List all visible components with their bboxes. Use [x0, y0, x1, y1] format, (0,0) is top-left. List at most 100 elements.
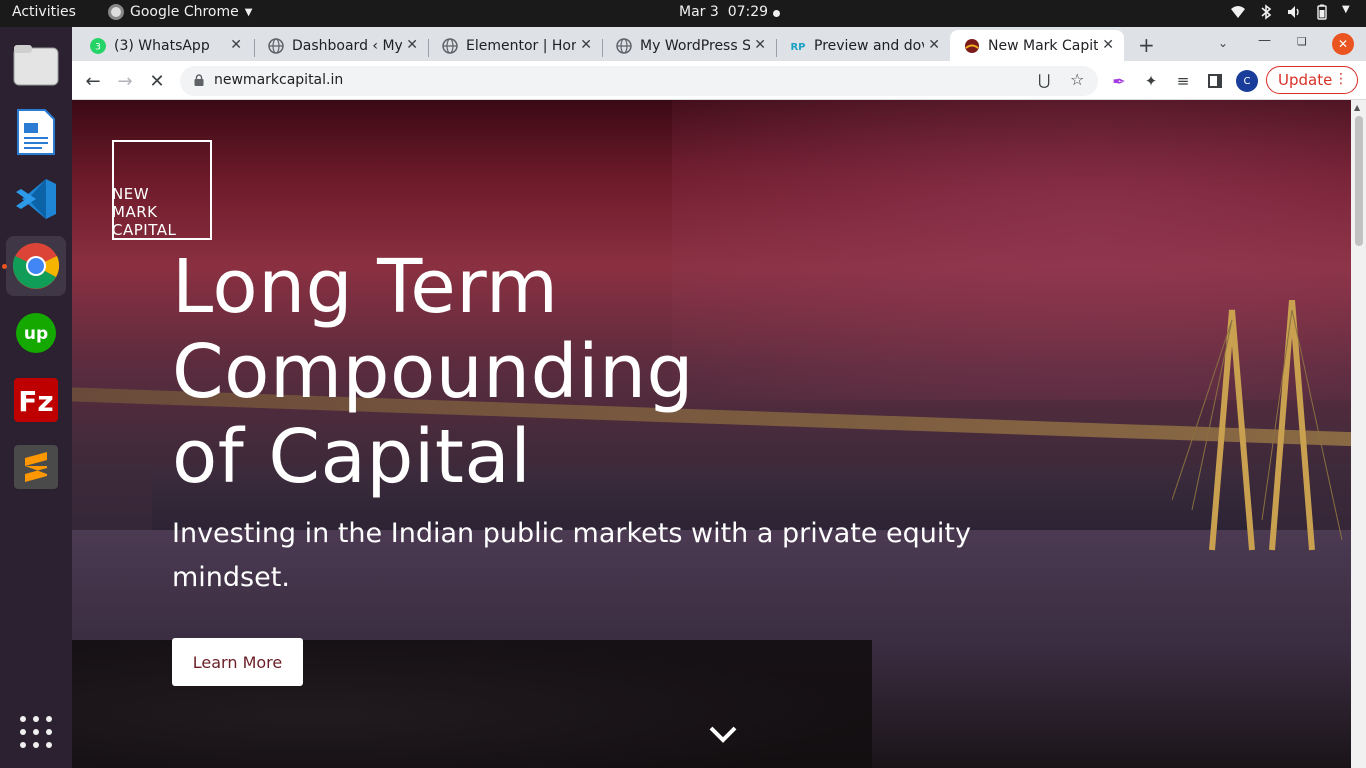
hero-title: Long Term Compounding of Capital — [172, 245, 694, 500]
logo-line: CAPITAL — [112, 221, 177, 239]
tab-search-button[interactable]: ⌄ — [1218, 36, 1228, 50]
system-top-bar: Activities Google Chrome ▼ Mar 3 07:29 ▼ — [0, 0, 1366, 27]
restore-icon: ❏ — [1297, 35, 1307, 48]
scrollbar-thumb[interactable] — [1355, 116, 1363, 246]
tab-new-mark-capital[interactable]: New Mark Capit ✕ — [950, 30, 1124, 61]
dock-sublime[interactable] — [6, 437, 66, 497]
scroll-down-chevron-icon[interactable] — [708, 722, 738, 746]
running-indicator — [2, 264, 7, 269]
svg-text:3: 3 — [95, 42, 101, 52]
bluetooth-icon — [1258, 4, 1274, 20]
dock-filezilla[interactable]: Fz — [6, 370, 66, 430]
bridge-tower-image — [1172, 300, 1343, 551]
svg-text:RP: RP — [790, 42, 805, 53]
logo-line: NEW — [112, 185, 150, 203]
avatar[interactable]: C — [1236, 70, 1258, 92]
dock-vscode[interactable] — [6, 169, 66, 229]
side-panel-icon — [1208, 74, 1222, 88]
dock-writer[interactable] — [6, 102, 66, 162]
tab-title: Preview and dov — [814, 37, 924, 54]
tab-my-wordpress[interactable]: My WordPress S ✕ — [602, 30, 776, 61]
chrome-icon — [108, 4, 124, 20]
notification-dot-icon — [773, 10, 780, 17]
system-tray[interactable]: ▼ — [1230, 4, 1352, 20]
extensions-menu-button[interactable]: ✦ — [1138, 68, 1164, 94]
filezilla-icon: Fz — [14, 378, 58, 422]
update-button[interactable]: Update ⋮ — [1266, 66, 1358, 94]
minimize-button[interactable]: — — [1258, 33, 1271, 48]
globe-icon — [616, 37, 632, 54]
close-icon[interactable]: ✕ — [1102, 37, 1114, 53]
close-icon: ✕ — [1337, 37, 1349, 51]
close-icon[interactable]: ✕ — [406, 37, 418, 53]
clock-time: 07:29 — [727, 4, 769, 20]
minimize-icon: — — [1258, 33, 1271, 48]
chrome-icon — [12, 243, 60, 289]
tab-elementor[interactable]: Elementor | Hon ✕ — [428, 30, 602, 61]
page-scrollbar[interactable]: ▲ — [1351, 100, 1366, 768]
arrow-left-icon: ← — [85, 70, 101, 92]
close-icon[interactable]: ✕ — [754, 37, 766, 53]
media-control-button[interactable]: ≡ — [1170, 68, 1196, 94]
extension-button[interactable]: ✒ — [1106, 68, 1132, 94]
window-close-button[interactable]: ✕ — [1332, 33, 1354, 55]
new-tab-button[interactable]: + — [1138, 33, 1155, 57]
clock-date: Mar 3 — [679, 4, 719, 20]
close-icon[interactable]: ✕ — [580, 37, 592, 53]
vscode-icon — [16, 179, 56, 219]
stop-loading-button[interactable]: ✕ — [144, 68, 170, 94]
app-menu[interactable]: Google Chrome ▼ — [108, 4, 252, 20]
app-menu-label: Google Chrome — [130, 4, 239, 20]
tab-title: My WordPress S — [640, 37, 750, 54]
tab-whatsapp[interactable]: 3 (3) WhatsApp ✕ — [76, 30, 252, 61]
address-bar[interactable]: newmarkcapital.in ⋃ ☆ — [180, 66, 1098, 96]
back-button[interactable]: ← — [80, 68, 106, 94]
bookmark-star-icon[interactable]: ☆ — [1070, 70, 1084, 89]
close-icon[interactable]: ✕ — [928, 37, 940, 53]
wifi-icon — [1230, 4, 1246, 20]
newmark-icon — [965, 38, 979, 53]
url-text: newmarkcapital.in — [214, 72, 344, 88]
dock-files[interactable] — [6, 35, 66, 95]
upwork-icon: up — [16, 313, 56, 353]
activities-button[interactable]: Activities — [12, 4, 76, 20]
show-applications-button[interactable] — [6, 702, 66, 762]
hero-title-line: of Capital — [172, 414, 532, 500]
tab-title: Dashboard ‹ My — [292, 37, 402, 54]
battery-icon — [1314, 4, 1330, 20]
logo-text: NEW MARK CAPITAL — [112, 185, 176, 239]
update-label: Update — [1278, 71, 1333, 89]
chevron-down-icon: ▼ — [244, 6, 253, 18]
arrow-right-icon: → — [117, 70, 133, 92]
browser-toolbar: ← → ✕ newmarkcapital.in ⋃ ☆ ✒ ✦ ≡ C Upda… — [72, 61, 1366, 100]
logo-line: MARK — [112, 203, 158, 221]
chevron-down-icon: ⌄ — [1218, 36, 1229, 50]
forward-button[interactable]: → — [112, 68, 138, 94]
svg-text:Fz: Fz — [18, 385, 53, 418]
whatsapp-icon: 3 — [90, 37, 106, 54]
svg-text:up: up — [24, 324, 48, 344]
close-icon[interactable]: ✕ — [230, 37, 242, 53]
site-logo[interactable]: NEW MARK CAPITAL — [112, 140, 212, 240]
webpage-hero: NEW MARK CAPITAL Long Term Compounding o… — [72, 100, 1366, 768]
sublime-icon — [14, 445, 58, 489]
tab-title: New Mark Capit — [988, 37, 1098, 54]
share-icon[interactable]: ⋃ — [1038, 71, 1050, 89]
feather-pen-icon: ✒ — [1112, 71, 1126, 91]
app-grid-icon — [20, 716, 52, 748]
dock-chrome[interactable] — [2, 236, 66, 296]
tab-preview[interactable]: RP Preview and dov ✕ — [776, 30, 950, 61]
writer-icon — [17, 109, 55, 155]
globe-icon — [442, 37, 458, 54]
volume-icon — [1286, 4, 1302, 20]
plus-icon: + — [1138, 33, 1155, 57]
side-panel-button[interactable] — [1202, 68, 1228, 94]
maximize-button[interactable]: ❏ — [1297, 35, 1307, 48]
dock-upwork[interactable]: up — [6, 303, 66, 363]
tab-dashboard[interactable]: Dashboard ‹ My ✕ — [254, 30, 428, 61]
scroll-up-icon[interactable]: ▲ — [1354, 103, 1360, 112]
learn-more-button[interactable]: Learn More — [172, 638, 303, 686]
clock[interactable]: Mar 3 07:29 — [679, 4, 768, 20]
close-icon: ✕ — [149, 70, 165, 92]
globe-icon — [268, 37, 284, 54]
